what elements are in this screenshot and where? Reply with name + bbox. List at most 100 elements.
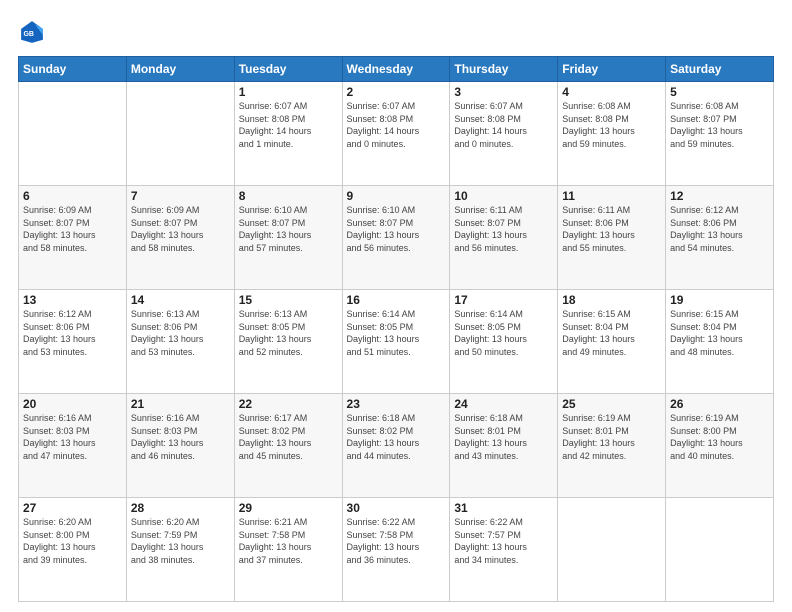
weekday-tuesday: Tuesday [234,57,342,82]
week-row-5: 27Sunrise: 6:20 AM Sunset: 8:00 PM Dayli… [19,498,774,602]
calendar-cell: 11Sunrise: 6:11 AM Sunset: 8:06 PM Dayli… [558,186,666,290]
cell-info: Sunrise: 6:11 AM Sunset: 8:07 PM Dayligh… [454,204,553,254]
day-number: 12 [670,189,769,203]
day-number: 3 [454,85,553,99]
cell-info: Sunrise: 6:07 AM Sunset: 8:08 PM Dayligh… [239,100,338,150]
day-number: 25 [562,397,661,411]
cell-info: Sunrise: 6:22 AM Sunset: 7:57 PM Dayligh… [454,516,553,566]
cell-info: Sunrise: 6:08 AM Sunset: 8:07 PM Dayligh… [670,100,769,150]
calendar-cell: 28Sunrise: 6:20 AM Sunset: 7:59 PM Dayli… [126,498,234,602]
calendar-cell: 6Sunrise: 6:09 AM Sunset: 8:07 PM Daylig… [19,186,127,290]
day-number: 21 [131,397,230,411]
calendar-cell: 25Sunrise: 6:19 AM Sunset: 8:01 PM Dayli… [558,394,666,498]
cell-info: Sunrise: 6:15 AM Sunset: 8:04 PM Dayligh… [670,308,769,358]
cell-info: Sunrise: 6:13 AM Sunset: 8:06 PM Dayligh… [131,308,230,358]
day-number: 6 [23,189,122,203]
calendar-cell: 4Sunrise: 6:08 AM Sunset: 8:08 PM Daylig… [558,82,666,186]
page: GB SundayMondayTuesdayWednesdayThursdayF… [0,0,792,612]
week-row-1: 1Sunrise: 6:07 AM Sunset: 8:08 PM Daylig… [19,82,774,186]
day-number: 16 [347,293,446,307]
cell-info: Sunrise: 6:20 AM Sunset: 8:00 PM Dayligh… [23,516,122,566]
calendar-cell: 23Sunrise: 6:18 AM Sunset: 8:02 PM Dayli… [342,394,450,498]
cell-info: Sunrise: 6:16 AM Sunset: 8:03 PM Dayligh… [131,412,230,462]
calendar-cell: 20Sunrise: 6:16 AM Sunset: 8:03 PM Dayli… [19,394,127,498]
calendar-cell: 1Sunrise: 6:07 AM Sunset: 8:08 PM Daylig… [234,82,342,186]
day-number: 13 [23,293,122,307]
day-number: 4 [562,85,661,99]
calendar-cell: 26Sunrise: 6:19 AM Sunset: 8:00 PM Dayli… [666,394,774,498]
day-number: 7 [131,189,230,203]
day-number: 15 [239,293,338,307]
cell-info: Sunrise: 6:14 AM Sunset: 8:05 PM Dayligh… [454,308,553,358]
cell-info: Sunrise: 6:18 AM Sunset: 8:02 PM Dayligh… [347,412,446,462]
cell-info: Sunrise: 6:21 AM Sunset: 7:58 PM Dayligh… [239,516,338,566]
calendar-cell: 17Sunrise: 6:14 AM Sunset: 8:05 PM Dayli… [450,290,558,394]
calendar-cell: 7Sunrise: 6:09 AM Sunset: 8:07 PM Daylig… [126,186,234,290]
calendar-cell [558,498,666,602]
calendar-cell: 5Sunrise: 6:08 AM Sunset: 8:07 PM Daylig… [666,82,774,186]
weekday-wednesday: Wednesday [342,57,450,82]
calendar-cell: 15Sunrise: 6:13 AM Sunset: 8:05 PM Dayli… [234,290,342,394]
day-number: 19 [670,293,769,307]
calendar-cell: 27Sunrise: 6:20 AM Sunset: 8:00 PM Dayli… [19,498,127,602]
day-number: 30 [347,501,446,515]
day-number: 17 [454,293,553,307]
cell-info: Sunrise: 6:13 AM Sunset: 8:05 PM Dayligh… [239,308,338,358]
calendar-cell: 18Sunrise: 6:15 AM Sunset: 8:04 PM Dayli… [558,290,666,394]
calendar-cell: 2Sunrise: 6:07 AM Sunset: 8:08 PM Daylig… [342,82,450,186]
day-number: 5 [670,85,769,99]
calendar-cell: 16Sunrise: 6:14 AM Sunset: 8:05 PM Dayli… [342,290,450,394]
cell-info: Sunrise: 6:12 AM Sunset: 8:06 PM Dayligh… [670,204,769,254]
cell-info: Sunrise: 6:09 AM Sunset: 8:07 PM Dayligh… [131,204,230,254]
cell-info: Sunrise: 6:10 AM Sunset: 8:07 PM Dayligh… [239,204,338,254]
day-number: 1 [239,85,338,99]
logo-icon: GB [18,18,46,46]
calendar-cell: 3Sunrise: 6:07 AM Sunset: 8:08 PM Daylig… [450,82,558,186]
logo: GB [18,18,50,46]
day-number: 20 [23,397,122,411]
cell-info: Sunrise: 6:12 AM Sunset: 8:06 PM Dayligh… [23,308,122,358]
day-number: 2 [347,85,446,99]
calendar-cell: 21Sunrise: 6:16 AM Sunset: 8:03 PM Dayli… [126,394,234,498]
cell-info: Sunrise: 6:19 AM Sunset: 8:01 PM Dayligh… [562,412,661,462]
day-number: 11 [562,189,661,203]
cell-info: Sunrise: 6:15 AM Sunset: 8:04 PM Dayligh… [562,308,661,358]
day-number: 10 [454,189,553,203]
weekday-friday: Friday [558,57,666,82]
cell-info: Sunrise: 6:09 AM Sunset: 8:07 PM Dayligh… [23,204,122,254]
calendar-cell [19,82,127,186]
weekday-saturday: Saturday [666,57,774,82]
weekday-sunday: Sunday [19,57,127,82]
day-number: 31 [454,501,553,515]
day-number: 27 [23,501,122,515]
day-number: 24 [454,397,553,411]
calendar-cell: 19Sunrise: 6:15 AM Sunset: 8:04 PM Dayli… [666,290,774,394]
day-number: 26 [670,397,769,411]
calendar-cell [126,82,234,186]
cell-info: Sunrise: 6:16 AM Sunset: 8:03 PM Dayligh… [23,412,122,462]
day-number: 9 [347,189,446,203]
day-number: 14 [131,293,230,307]
cell-info: Sunrise: 6:20 AM Sunset: 7:59 PM Dayligh… [131,516,230,566]
cell-info: Sunrise: 6:07 AM Sunset: 8:08 PM Dayligh… [454,100,553,150]
day-number: 23 [347,397,446,411]
calendar-cell [666,498,774,602]
svg-text:GB: GB [23,31,33,38]
day-number: 22 [239,397,338,411]
cell-info: Sunrise: 6:19 AM Sunset: 8:00 PM Dayligh… [670,412,769,462]
day-number: 28 [131,501,230,515]
cell-info: Sunrise: 6:08 AM Sunset: 8:08 PM Dayligh… [562,100,661,150]
cell-info: Sunrise: 6:18 AM Sunset: 8:01 PM Dayligh… [454,412,553,462]
cell-info: Sunrise: 6:11 AM Sunset: 8:06 PM Dayligh… [562,204,661,254]
cell-info: Sunrise: 6:07 AM Sunset: 8:08 PM Dayligh… [347,100,446,150]
weekday-thursday: Thursday [450,57,558,82]
cell-info: Sunrise: 6:17 AM Sunset: 8:02 PM Dayligh… [239,412,338,462]
weekday-header-row: SundayMondayTuesdayWednesdayThursdayFrid… [19,57,774,82]
day-number: 29 [239,501,338,515]
day-number: 18 [562,293,661,307]
calendar-cell: 10Sunrise: 6:11 AM Sunset: 8:07 PM Dayli… [450,186,558,290]
calendar-cell: 30Sunrise: 6:22 AM Sunset: 7:58 PM Dayli… [342,498,450,602]
calendar-cell: 29Sunrise: 6:21 AM Sunset: 7:58 PM Dayli… [234,498,342,602]
cell-info: Sunrise: 6:22 AM Sunset: 7:58 PM Dayligh… [347,516,446,566]
calendar-cell: 13Sunrise: 6:12 AM Sunset: 8:06 PM Dayli… [19,290,127,394]
